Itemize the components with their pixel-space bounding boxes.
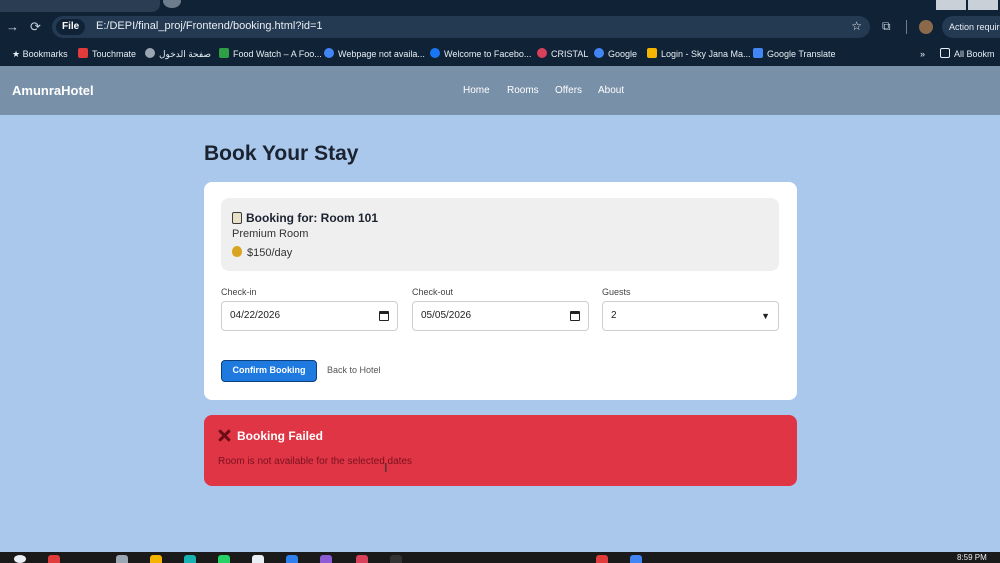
browser-tab[interactable] xyxy=(0,0,160,12)
system-clock[interactable]: 8:59 PM xyxy=(957,553,987,562)
nav-home[interactable]: Home xyxy=(463,85,490,96)
bookmark-item[interactable]: صفحة الدخول xyxy=(145,47,211,61)
browser-toolbar: → ⟳ File E:/DEPI/final_proj/Frontend/boo… xyxy=(0,12,1000,42)
toolbar-separator xyxy=(906,20,907,34)
whatsapp-icon[interactable] xyxy=(218,555,230,563)
cross-mark-icon xyxy=(218,429,231,442)
bookmark-item[interactable]: Google xyxy=(594,47,637,61)
checkin-label: Check-in xyxy=(221,287,257,297)
page-title: Book Your Stay xyxy=(204,142,359,165)
calendar-icon[interactable] xyxy=(379,311,389,321)
room-title: Booking for: Room 101 xyxy=(232,211,378,225)
forward-icon[interactable]: → xyxy=(6,19,19,34)
browser-taskbar-icon[interactable] xyxy=(596,555,608,563)
calendar-icon[interactable] xyxy=(570,311,580,321)
room-info-panel: Booking for: Room 101 Premium Room $150/… xyxy=(221,198,779,271)
taskbar-app-icon[interactable] xyxy=(356,555,368,563)
star-icon: ★ xyxy=(12,49,23,59)
bookmark-item[interactable]: Webpage not availa... xyxy=(324,47,425,61)
text-cursor-icon: I xyxy=(384,460,388,475)
room-type: Premium Room xyxy=(232,228,309,240)
touchmate-icon xyxy=(78,48,88,58)
maximize-button[interactable] xyxy=(968,0,998,10)
google-icon xyxy=(594,48,604,58)
alert-title: Booking Failed xyxy=(218,429,323,443)
site-header: AmunraHotel Home Rooms Offers About xyxy=(0,66,1000,115)
bookmarks-overflow-icon[interactable]: » xyxy=(920,47,925,61)
facebook-icon xyxy=(430,48,440,58)
money-bag-icon xyxy=(232,246,242,257)
cristal-icon xyxy=(537,48,547,58)
nav-rooms[interactable]: Rooms xyxy=(507,85,539,96)
visual-studio-icon[interactable] xyxy=(320,555,332,563)
confirm-booking-button[interactable]: Confirm Booking xyxy=(221,360,317,382)
food-watch-icon xyxy=(219,48,229,58)
action-required-chip[interactable]: Action require xyxy=(942,16,1000,38)
sky-jana-icon xyxy=(647,48,657,58)
guests-select[interactable]: 2 ▼ xyxy=(602,301,779,331)
bookmark-star-icon[interactable]: ☆ xyxy=(851,19,862,33)
alert-message: Room is not available for the selected d… xyxy=(218,456,412,467)
site-logo[interactable]: AmunraHotel xyxy=(12,83,94,98)
search-icon[interactable] xyxy=(14,555,26,563)
os-taskbar: 8:59 PM xyxy=(0,552,1000,563)
taskbar-app-icon[interactable] xyxy=(116,555,128,563)
taskbar-app-icon[interactable] xyxy=(390,555,402,563)
nav-offers[interactable]: Offers xyxy=(555,85,582,96)
extensions-icon[interactable]: ⧉ xyxy=(882,19,891,34)
booking-card: Booking for: Room 101 Premium Room $150/… xyxy=(204,182,797,400)
vscode-icon[interactable] xyxy=(286,555,298,563)
reload-icon[interactable]: ⟳ xyxy=(30,19,41,35)
booking-failed-alert: Booking Failed Room is not available for… xyxy=(204,415,797,486)
taskbar-app-icon[interactable] xyxy=(630,555,642,563)
bookmark-item[interactable]: Google Translate xyxy=(753,47,836,61)
address-bar[interactable]: File E:/DEPI/final_proj/Frontend/booking… xyxy=(52,16,870,38)
guests-label: Guests xyxy=(602,287,631,297)
globe-icon xyxy=(145,48,155,58)
taskbar-app-icon[interactable] xyxy=(252,555,264,563)
browser-tabstrip xyxy=(0,0,1000,12)
bookmark-item[interactable]: Touchmate xyxy=(78,47,136,61)
clipboard-icon xyxy=(232,212,242,224)
google-translate-icon xyxy=(753,48,763,58)
google-icon xyxy=(324,48,334,58)
site-info-chip[interactable]: File xyxy=(56,19,86,35)
back-to-hotel-link[interactable]: Back to Hotel xyxy=(327,365,381,375)
bookmarks-bar: ★ Bookmarks Touchmate صفحة الدخول Food W… xyxy=(0,42,1000,66)
profile-avatar[interactable] xyxy=(919,20,933,34)
taskbar-app-icon[interactable] xyxy=(184,555,196,563)
chevron-down-icon: ▼ xyxy=(761,311,770,321)
bookmark-item[interactable]: Food Watch – A Foo... xyxy=(219,47,322,61)
taskbar-app-icon[interactable] xyxy=(48,555,60,563)
checkout-date-input[interactable]: 05/05/2026 xyxy=(412,301,589,331)
bookmark-item[interactable]: Login - Sky Jana Ma... xyxy=(647,47,751,61)
checkout-label: Check-out xyxy=(412,287,454,297)
file-explorer-icon[interactable] xyxy=(150,555,162,563)
bookmark-item[interactable]: ★ Bookmarks xyxy=(12,47,68,61)
bookmark-item[interactable]: CRISTAL xyxy=(537,47,588,61)
minimize-button[interactable] xyxy=(936,0,966,10)
nav-about[interactable]: About xyxy=(598,85,624,96)
checkin-date-input[interactable]: 04/22/2026 xyxy=(221,301,398,331)
tab-close-icon[interactable] xyxy=(163,0,181,8)
room-price: $150/day xyxy=(232,246,292,259)
folder-icon xyxy=(940,48,950,58)
url-text[interactable]: E:/DEPI/final_proj/Frontend/booking.html… xyxy=(96,20,323,32)
bookmark-item[interactable]: Welcome to Facebo... xyxy=(430,47,531,61)
all-bookmarks-folder[interactable]: All Bookm xyxy=(940,47,995,61)
